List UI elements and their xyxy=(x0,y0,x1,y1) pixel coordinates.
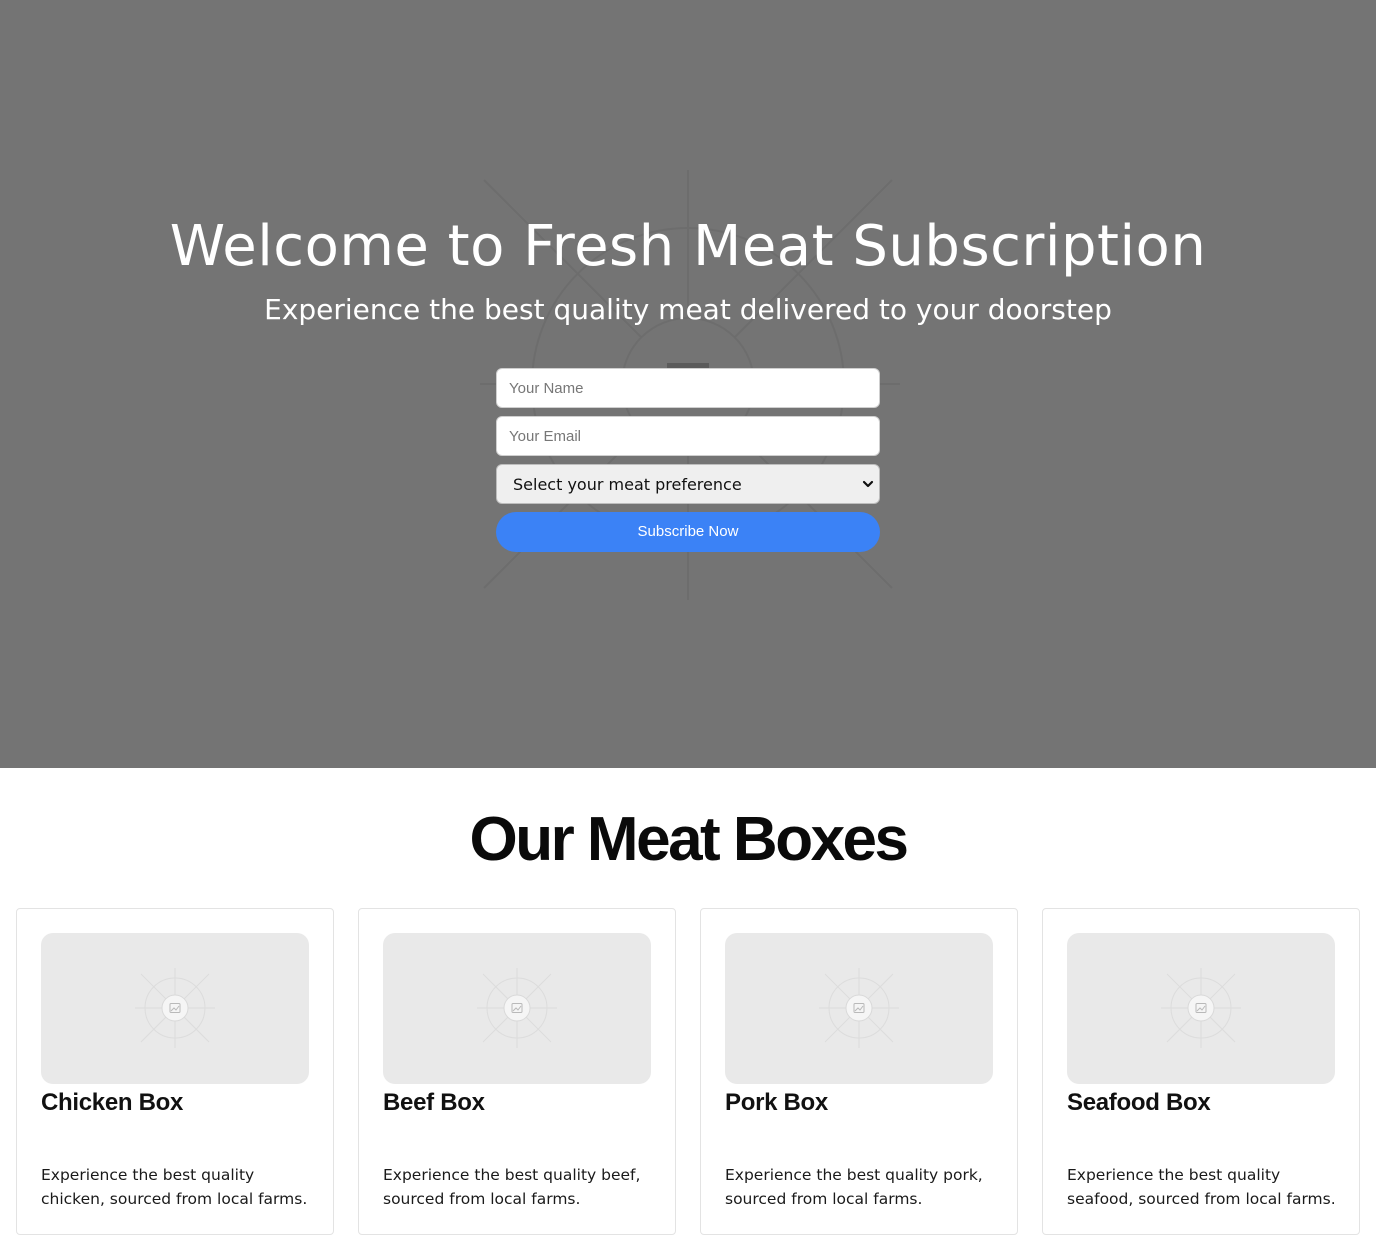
image-placeholder-icon xyxy=(135,968,215,1048)
hero-section: Welcome to Fresh Meat Subscription Exper… xyxy=(0,0,1376,768)
meat-box-card-seafood[interactable]: Seafood Box Experience the best quality … xyxy=(1042,908,1360,1235)
card-image xyxy=(41,933,309,1084)
subscribe-button[interactable]: Subscribe Now xyxy=(496,512,880,552)
card-title: Seafood Box xyxy=(1067,1089,1211,1116)
hero-subtitle: Experience the best quality meat deliver… xyxy=(264,293,1112,326)
email-input[interactable] xyxy=(496,416,880,456)
card-title: Beef Box xyxy=(383,1089,485,1116)
image-placeholder-icon xyxy=(819,968,899,1048)
card-image xyxy=(725,933,993,1084)
meat-box-card-pork[interactable]: Pork Box Experience the best quality por… xyxy=(700,908,1018,1235)
card-title: Chicken Box xyxy=(41,1089,184,1116)
card-image xyxy=(1067,933,1335,1084)
meat-box-card-beef[interactable]: Beef Box Experience the best quality bee… xyxy=(358,908,676,1235)
image-placeholder-icon xyxy=(1161,968,1241,1048)
hero-title: Welcome to Fresh Meat Subscription xyxy=(169,214,1207,279)
card-description: Experience the best quality pork, source… xyxy=(725,1166,983,1208)
card-description: Experience the best quality beef, source… xyxy=(383,1166,641,1208)
meat-box-list: Chicken Box Experience the best quality … xyxy=(16,908,1360,1235)
card-title: Pork Box xyxy=(725,1089,828,1116)
chevron-down-icon xyxy=(862,480,874,488)
card-description: Experience the best quality chicken, sou… xyxy=(41,1166,308,1208)
image-placeholder-icon xyxy=(477,968,557,1048)
subscription-form: Select your meat preference Subscribe No… xyxy=(496,368,880,552)
section-title: Our Meat Boxes xyxy=(469,805,909,874)
meat-preference-select[interactable]: Select your meat preference xyxy=(496,464,880,504)
card-image xyxy=(383,933,651,1084)
meat-preference-value: Select your meat preference xyxy=(513,475,742,494)
card-description: Experience the best quality seafood, sou… xyxy=(1067,1166,1336,1208)
meat-box-card-chicken[interactable]: Chicken Box Experience the best quality … xyxy=(16,908,334,1235)
name-input[interactable] xyxy=(496,368,880,408)
